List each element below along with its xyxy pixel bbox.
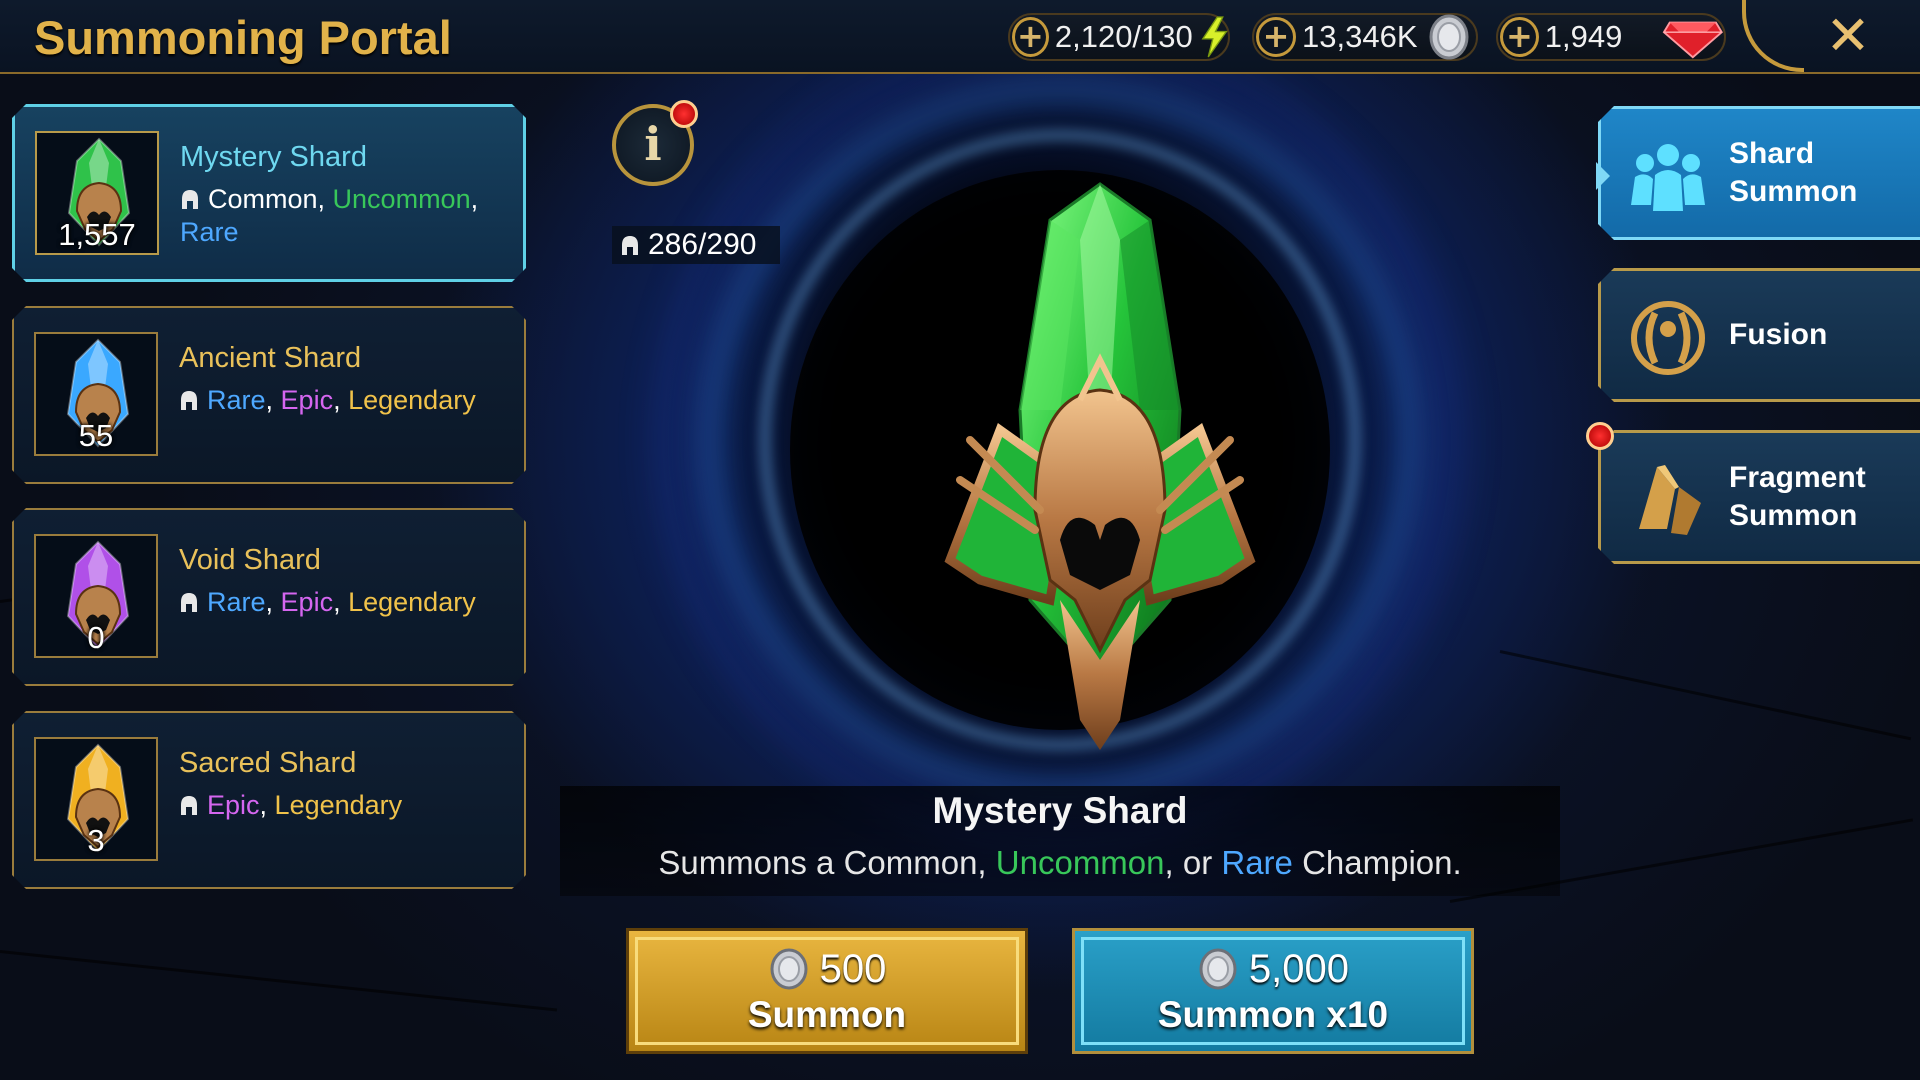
- fragment-summon-line2: Summon: [1729, 499, 1858, 532]
- shard-thumbnail: 55: [34, 332, 158, 456]
- fragment-notification-dot: [1586, 422, 1614, 450]
- fusion-icon: [1627, 297, 1709, 379]
- helmet-icon: [179, 390, 199, 412]
- selected-shard-title: Mystery Shard: [932, 790, 1188, 831]
- selected-shard-description: Summons a Common, Uncommon, or Rare Cham…: [560, 844, 1560, 882]
- page-title: Summoning Portal: [34, 11, 452, 64]
- helmet-icon: [179, 795, 199, 817]
- summon-button[interactable]: 500 Summon: [626, 928, 1028, 1054]
- fragment-summon-tab[interactable]: Fragment Summon: [1598, 430, 1920, 564]
- shard-name: Sacred Shard: [179, 747, 357, 779]
- corner-ornament: [1742, 0, 1804, 72]
- add-energy-button[interactable]: +: [1012, 17, 1049, 57]
- fusion-tab[interactable]: Fusion: [1598, 268, 1920, 402]
- shard-summon-line2: Summon: [1729, 175, 1858, 208]
- info-notification-dot: [670, 100, 698, 128]
- description-part: Champion.: [1292, 844, 1462, 881]
- shard-summon-tab[interactable]: Shard Summon: [1598, 106, 1920, 240]
- stone-crack: [0, 950, 558, 1012]
- shard-card-void-shard[interactable]: 0 Void Shard Rare, Epic, Legendary: [12, 508, 526, 686]
- champion-capacity: 286/290: [612, 226, 780, 264]
- rarity-common: Common: [208, 184, 318, 214]
- helmet-icon: [179, 592, 199, 614]
- stone-crack: [1499, 650, 1912, 741]
- summon-x10-cost: 5,000: [1248, 946, 1350, 991]
- shard-thumbnail: 1,557: [35, 131, 159, 255]
- shard-summon-line1: Shard: [1729, 137, 1815, 170]
- rarity-legendary: Legendary: [348, 587, 476, 617]
- mystery-shard-artwork: [944, 182, 1256, 750]
- description-part: Summons a Common,: [658, 844, 996, 881]
- shard-rarities: Common, Uncommon, Rare: [180, 184, 479, 247]
- shard-count: 0: [87, 620, 105, 655]
- rarity-epic: Epic: [207, 790, 260, 820]
- description-part: Rare: [1221, 844, 1293, 881]
- summon-x10-label: Summon x10: [1157, 993, 1389, 1035]
- fusion-line1: Fusion: [1729, 318, 1828, 351]
- shard-thumbnail: 3: [34, 737, 158, 861]
- gem-value: 1,949: [1544, 19, 1623, 54]
- shard-card-mystery-shard[interactable]: 1,557 Mystery Shard Common, Uncommon, Rare: [12, 104, 526, 282]
- shard-name: Void Shard: [179, 544, 321, 576]
- rarity-rare: Rare: [207, 587, 266, 617]
- shard-count: 55: [78, 418, 114, 453]
- shard-thumbnail: 0: [34, 534, 158, 658]
- description-part: Uncommon: [995, 844, 1165, 881]
- shard-name: Ancient Shard: [179, 342, 362, 374]
- active-tab-indicator: [1596, 162, 1610, 190]
- champion-capacity-value: 286/290: [648, 228, 757, 261]
- ruby-gem-icon: [1663, 21, 1724, 59]
- energy-resource[interactable]: + 2,120/130: [1008, 13, 1230, 61]
- silver-coin-icon: [770, 948, 808, 990]
- shard-rarities: Rare, Epic, Legendary: [179, 586, 509, 619]
- summon-label: Summon: [747, 993, 907, 1035]
- rarity-epic: Epic: [280, 587, 334, 617]
- helmet-icon: [622, 236, 638, 255]
- shard-rarities: Epic, Legendary: [179, 789, 509, 822]
- rarity-uncommon: Uncommon: [332, 184, 471, 214]
- silver-coin-icon: [1429, 14, 1468, 60]
- fragment-summon-icon: [1627, 459, 1709, 541]
- rarity-rare: Rare: [207, 385, 266, 415]
- rarity-legendary: Legendary: [348, 385, 476, 415]
- rarity-rare: Rare: [180, 217, 239, 247]
- summon-x10-button[interactable]: 5,000 Summon x10: [1072, 928, 1474, 1054]
- silver-coin-icon: [1199, 948, 1237, 990]
- fragment-summon-line1: Fragment: [1729, 461, 1866, 494]
- summon-cost: 500: [819, 946, 887, 991]
- shard-rarities: Rare, Epic, Legendary: [179, 384, 509, 417]
- shard-summon-label: Shard Summon: [1729, 109, 1919, 237]
- add-silver-button[interactable]: +: [1256, 17, 1296, 57]
- rarity-epic: Epic: [280, 385, 334, 415]
- close-button[interactable]: ✕: [1820, 8, 1876, 64]
- energy-bolt-icon: [1201, 16, 1228, 58]
- gem-resource[interactable]: + 1,949: [1496, 13, 1726, 61]
- description-part: , or: [1164, 844, 1222, 881]
- shard-count: 1,557: [58, 217, 136, 252]
- shard-name: Mystery Shard: [180, 141, 367, 173]
- shard-summon-icon: [1627, 135, 1709, 217]
- shard-count: 3: [87, 823, 105, 858]
- helmet-icon: [180, 189, 200, 211]
- shard-card-ancient-shard[interactable]: 55 Ancient Shard Rare, Epic, Legendary: [12, 306, 526, 484]
- top-bar: Summoning Portal + 2,120/130 + 13,346K +…: [0, 0, 1920, 74]
- fragment-summon-label: Fragment Summon: [1729, 433, 1919, 561]
- energy-value: 2,120/130: [1054, 19, 1193, 54]
- silver-value: 13,346K: [1302, 19, 1418, 54]
- fusion-label: Fusion: [1729, 271, 1919, 399]
- silver-resource[interactable]: + 13,346K: [1252, 13, 1478, 61]
- add-gem-button[interactable]: +: [1500, 17, 1539, 57]
- rarity-legendary: Legendary: [274, 790, 403, 820]
- shard-card-sacred-shard[interactable]: 3 Sacred Shard Epic, Legendary: [12, 711, 526, 889]
